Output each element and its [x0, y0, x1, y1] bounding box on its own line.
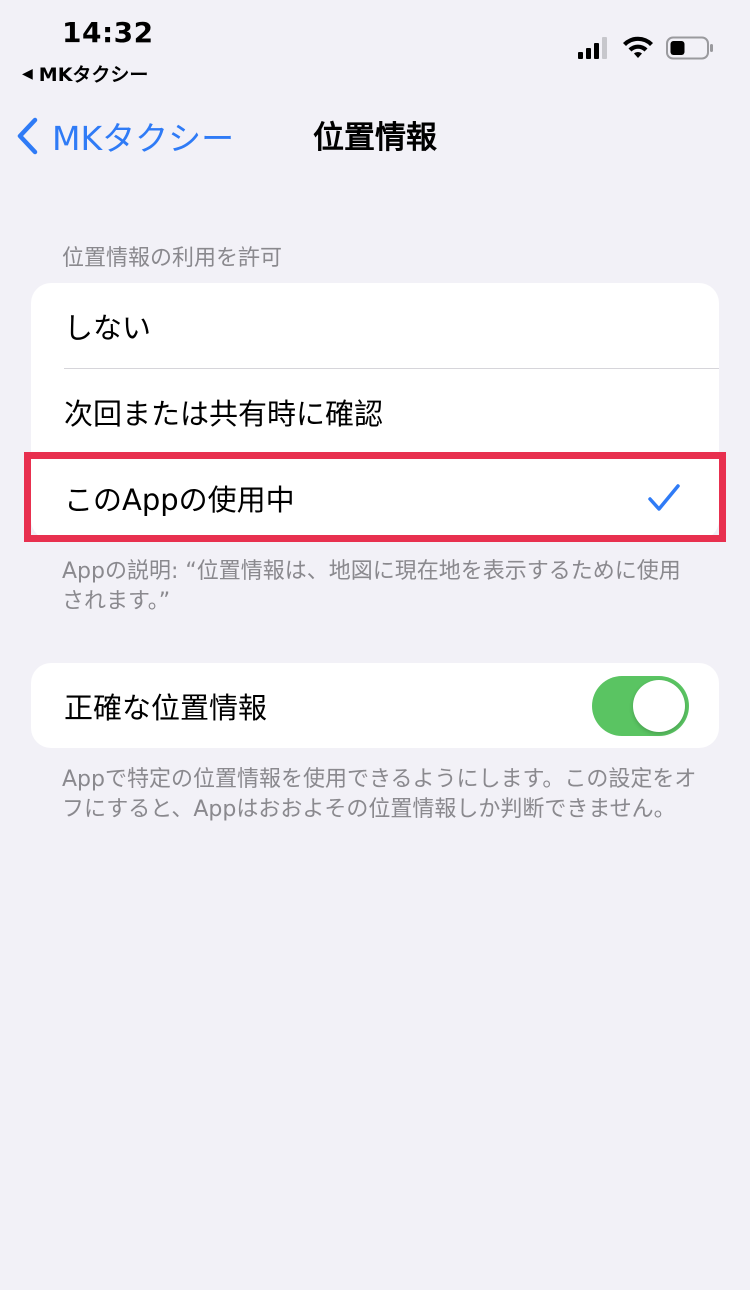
precise-location-group: 正確な位置情報 [31, 663, 719, 748]
status-icons [578, 36, 714, 60]
checkmark-icon [648, 483, 680, 511]
option-never[interactable]: しない [31, 283, 719, 368]
cellular-signal-icon [578, 37, 607, 59]
precise-location-toggle[interactable] [592, 675, 689, 736]
wifi-icon [623, 36, 653, 58]
option-ask-next-time[interactable]: 次回または共有時に確認 [31, 369, 719, 454]
option-while-using-app[interactable]: このAppの使用中 [31, 455, 719, 540]
section-header-location-access: 位置情報の利用を許可 [62, 246, 283, 271]
status-back-app-label: MKタクシー [38, 64, 149, 86]
precise-location-row: 正確な位置情報 [31, 663, 719, 748]
battery-icon [666, 36, 713, 60]
precise-location-description: Appで特定の位置情報を使用できるようにします。この設定をオフにすると、Appは… [62, 767, 697, 822]
option-label: しない [64, 310, 152, 345]
back-triangle-icon: ◀ [22, 65, 33, 82]
page-title: 位置情報 [313, 120, 437, 156]
status-back-to-app[interactable]: ◀ MKタクシー [22, 60, 148, 87]
toggle-knob [633, 679, 685, 732]
precise-location-label: 正確な位置情報 [64, 690, 268, 725]
option-label: このAppの使用中 [64, 482, 295, 517]
location-access-options: しない 次回または共有時に確認 このAppの使用中 [31, 283, 719, 540]
app-description: Appの説明: “位置情報は、地図に現在地を表示するために使用されます。” [62, 559, 681, 614]
status-time: 14:32 [62, 16, 154, 49]
option-label: 次回または共有時に確認 [64, 396, 384, 431]
